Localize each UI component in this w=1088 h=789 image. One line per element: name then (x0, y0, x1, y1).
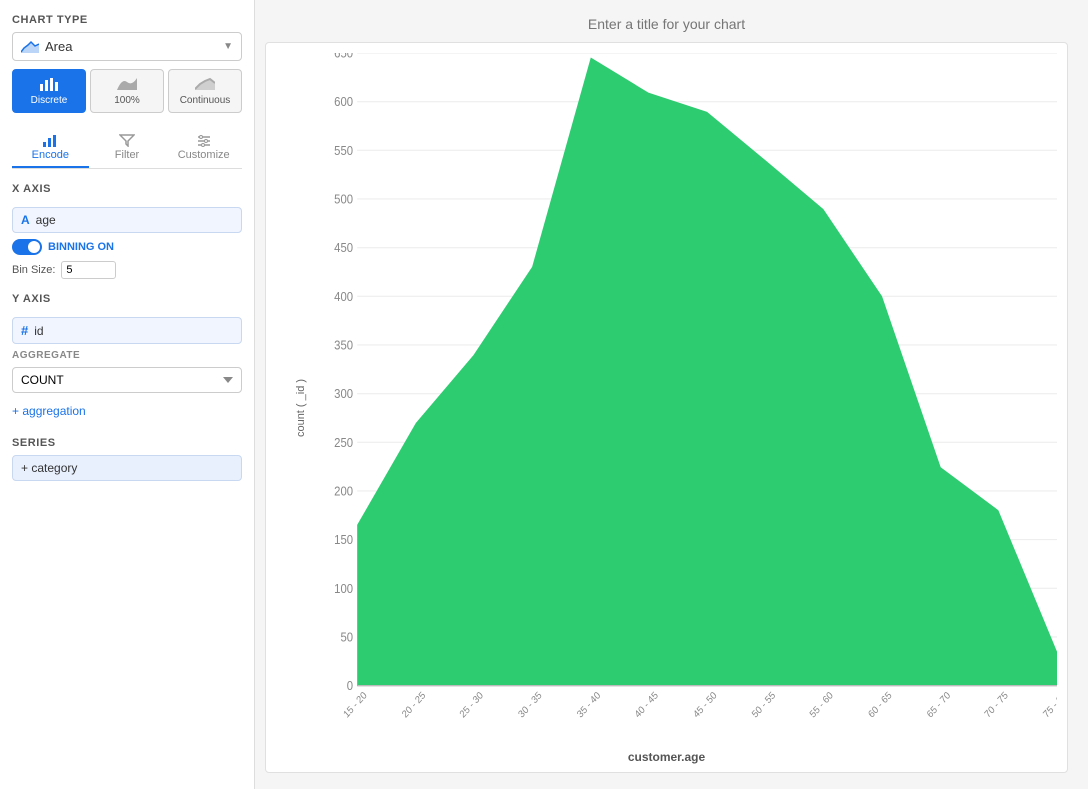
svg-text:500: 500 (334, 192, 353, 207)
svg-text:300: 300 (334, 387, 353, 402)
series-tag[interactable]: + category (12, 455, 242, 481)
svg-text:35 - 40: 35 - 40 (575, 690, 603, 721)
tab-filter[interactable]: Filter (89, 127, 166, 168)
svg-text:400: 400 (334, 289, 353, 304)
add-aggregation-link[interactable]: + aggregation (12, 399, 242, 423)
area-chart-icon (21, 40, 39, 54)
binning-label: BINNING ON (48, 241, 114, 253)
chart-type-value: Area (45, 39, 72, 54)
svg-text:250: 250 (334, 435, 353, 450)
chart-area-svg: 650 600 550 500 450 400 350 300 250 200 … (316, 53, 1057, 732)
x-axis-chart-label: customer.age (628, 750, 705, 764)
y-axis-label: Y Axis (12, 293, 242, 305)
x-axis-section: X Axis A age BINNING ON Bin Size: (12, 183, 242, 279)
svg-text:600: 600 (334, 95, 353, 110)
y-axis-section: Y Axis # id AGGREGATE COUNT SUM AVG MIN … (12, 293, 242, 423)
svg-text:100: 100 (334, 581, 353, 596)
svg-text:50 - 55: 50 - 55 (750, 690, 778, 721)
svg-text:20 - 25: 20 - 25 (400, 690, 428, 721)
svg-text:50: 50 (340, 630, 353, 645)
filter-icon (119, 133, 135, 147)
x-axis-field[interactable]: A age (12, 207, 242, 233)
discrete-mode-button[interactable]: Discrete (12, 69, 86, 113)
svg-text:650: 650 (334, 53, 353, 61)
field-type-hash-icon: # (21, 323, 28, 338)
bin-size-label: Bin Size: (12, 264, 55, 276)
binning-toggle[interactable] (12, 239, 42, 255)
y-axis-chart-label: count ( _id ) (295, 378, 307, 436)
svg-text:0: 0 (347, 679, 354, 694)
field-type-a-icon: A (21, 213, 30, 227)
binning-row: BINNING ON (12, 239, 242, 255)
svg-text:350: 350 (334, 338, 353, 353)
tab-customize[interactable]: Customize (165, 127, 242, 168)
bin-size-input[interactable] (61, 261, 116, 279)
tab-encode[interactable]: Encode (12, 127, 89, 168)
svg-text:200: 200 (334, 484, 353, 499)
svg-text:55 - 60: 55 - 60 (808, 690, 836, 721)
encode-icon (42, 133, 58, 147)
series-label: Series (12, 437, 242, 449)
main-area: count ( _id ) customer.age (255, 0, 1088, 789)
area-polygon (357, 58, 1057, 686)
svg-text:150: 150 (334, 533, 353, 548)
y-axis-field-name: id (34, 324, 43, 338)
svg-text:450: 450 (334, 241, 353, 256)
series-section: Series + category (12, 437, 242, 481)
100pct-mode-button[interactable]: 100% (90, 69, 164, 113)
chart-svg-wrapper: 650 600 550 500 450 400 350 300 250 200 … (316, 53, 1057, 732)
svg-text:75 - 80: 75 - 80 (1041, 690, 1057, 721)
chart-container: count ( _id ) customer.age (265, 42, 1068, 773)
series-add-label: + category (21, 461, 77, 475)
chart-type-section: Chart Type Area ▼ Discret (12, 14, 242, 113)
svg-text:70 - 75: 70 - 75 (983, 690, 1011, 721)
continuous-mode-button[interactable]: Continuous (168, 69, 242, 113)
svg-text:30 - 35: 30 - 35 (517, 690, 545, 721)
svg-text:550: 550 (334, 143, 353, 158)
x-axis-field-name: age (36, 213, 56, 227)
nav-tabs: Encode Filter Customize (12, 127, 242, 169)
chart-type-label: Chart Type (12, 14, 242, 26)
100pct-icon (117, 76, 137, 92)
svg-text:65 - 70: 65 - 70 (925, 690, 953, 721)
svg-text:60 - 65: 60 - 65 (866, 690, 894, 721)
continuous-icon (195, 76, 215, 92)
aggregate-label: AGGREGATE (12, 350, 242, 361)
x-axis-label: X Axis (12, 183, 242, 195)
chevron-down-icon: ▼ (223, 41, 233, 52)
svg-text:45 - 50: 45 - 50 (692, 690, 720, 721)
mode-buttons: Discrete 100% Continuous (12, 69, 242, 113)
customize-icon (196, 133, 212, 147)
sidebar: Chart Type Area ▼ Discret (0, 0, 255, 789)
bin-size-row: Bin Size: (12, 261, 242, 279)
chart-type-dropdown[interactable]: Area ▼ (12, 32, 242, 61)
svg-text:40 - 45: 40 - 45 (633, 690, 661, 721)
aggregate-select[interactable]: COUNT SUM AVG MIN MAX (12, 367, 242, 393)
discrete-icon (39, 76, 59, 92)
svg-text:25 - 30: 25 - 30 (458, 690, 486, 721)
chart-title-input[interactable] (265, 16, 1068, 32)
svg-text:15 - 20: 15 - 20 (342, 690, 370, 721)
y-axis-field[interactable]: # id (12, 317, 242, 344)
